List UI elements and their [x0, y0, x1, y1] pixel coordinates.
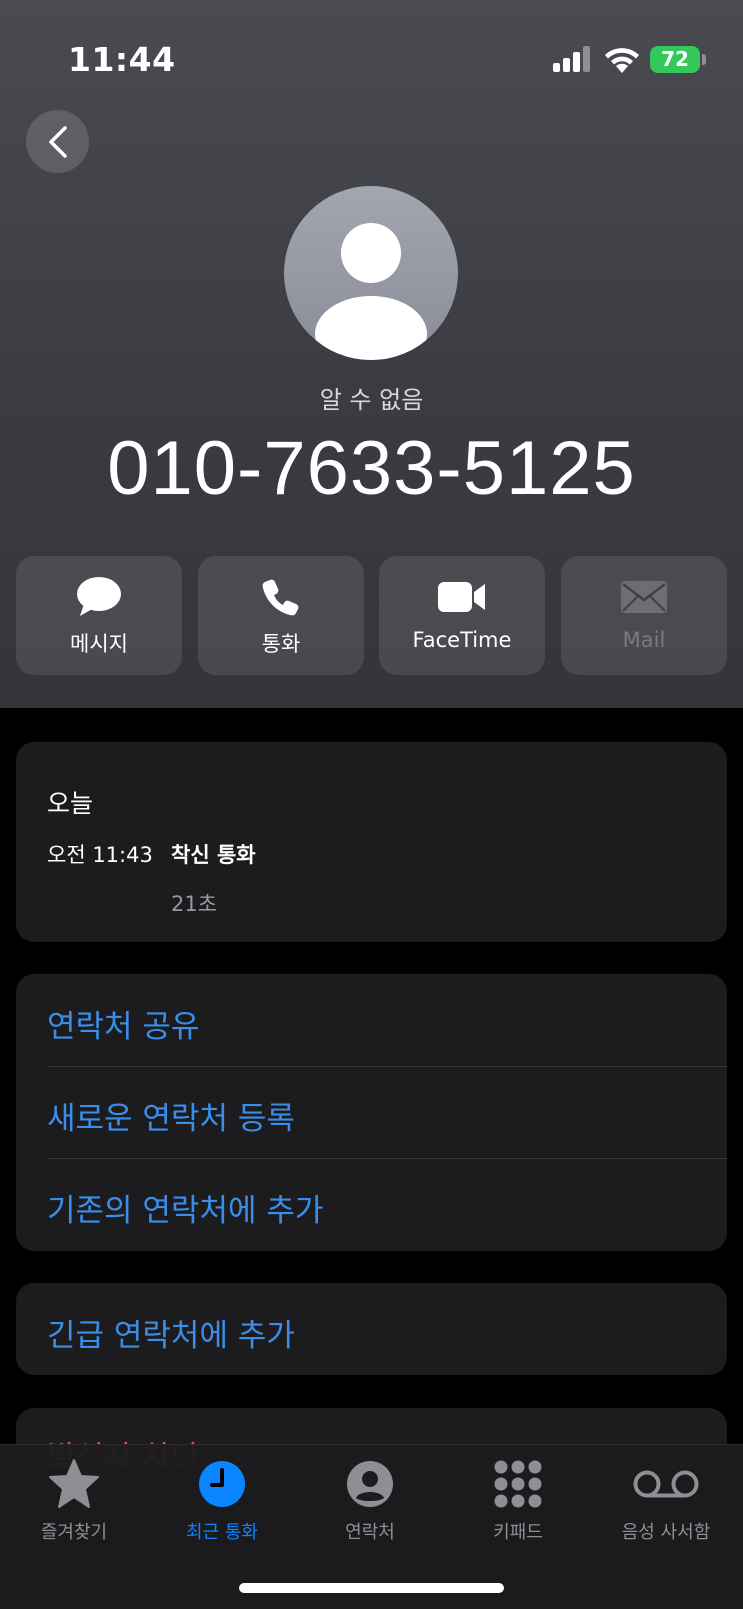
emergency-card: 긴급 연락처에 추가 [16, 1283, 727, 1375]
add-to-existing-contact-button[interactable]: 기존의 연락처에 추가 [47, 1185, 323, 1230]
tab-label: 음성 사서함 [621, 1522, 711, 1543]
tab-label: 최근 통화 [186, 1522, 258, 1543]
tab-label: 키패드 [493, 1522, 543, 1543]
divider [47, 1158, 727, 1159]
add-emergency-contact-button[interactable]: 긴급 연락처에 추가 [47, 1310, 295, 1355]
tab-label: 즐겨찾기 [40, 1522, 108, 1543]
wifi-icon [603, 44, 641, 74]
tab-contacts[interactable]: 연락처 [296, 1445, 444, 1565]
phone-number: 010-7633-5125 [107, 426, 636, 511]
divider [47, 1066, 727, 1067]
call-history-card: 오늘 오전 11:43 착신 통화 21초 [16, 742, 727, 942]
home-indicator[interactable] [239, 1583, 504, 1593]
cellular-signal-icon [553, 46, 593, 72]
tab-favorites[interactable]: 즐겨찾기 [0, 1445, 148, 1565]
contact-options-card: 연락처 공유 새로운 연락처 등록 기존의 연락처에 추가 [16, 974, 727, 1251]
chevron-left-icon [48, 125, 67, 158]
create-new-contact-button[interactable]: 새로운 연락처 등록 [47, 1093, 295, 1138]
battery-level: 72 [661, 47, 689, 71]
mail-icon [621, 581, 667, 613]
caller-label: 알 수 없음 [319, 386, 424, 414]
message-label: 메시지 [70, 632, 128, 656]
person-circle-icon [347, 1461, 393, 1507]
keypad-icon [494, 1460, 542, 1508]
tab-keypad[interactable]: 키패드 [444, 1445, 592, 1565]
avatar [284, 186, 458, 360]
call-label: 통화 [261, 632, 301, 656]
status-bar: 11:44 72 [0, 0, 743, 110]
person-silhouette-icon [315, 223, 427, 360]
back-button[interactable] [26, 110, 89, 173]
battery-icon: 72 [650, 46, 706, 73]
tab-recents[interactable]: 최근 통화 [148, 1445, 296, 1565]
contact-header: 11:44 72 알 수 없음 010-7633-5125 메시지 통화 Fac… [0, 0, 743, 708]
star-icon [49, 1459, 99, 1508]
call-button[interactable]: 통화 [198, 556, 364, 675]
voicemail-icon [633, 1470, 699, 1498]
clock-icon [199, 1461, 245, 1507]
tab-voicemail[interactable]: 음성 사서함 [592, 1445, 740, 1565]
tab-label: 연락처 [345, 1522, 395, 1543]
call-type: 착신 통화 [171, 843, 256, 867]
share-contact-button[interactable]: 연락처 공유 [47, 1001, 199, 1046]
call-time: 오전 11:43 [47, 843, 153, 867]
history-date-title: 오늘 [47, 789, 94, 818]
phone-icon [262, 579, 299, 616]
quick-actions: 메시지 통화 FaceTime Mail [16, 556, 727, 676]
call-duration: 21초 [171, 892, 218, 916]
mail-button[interactable]: Mail [561, 556, 727, 675]
message-icon [77, 577, 121, 616]
status-time: 11:44 [68, 40, 176, 79]
facetime-button[interactable]: FaceTime [379, 556, 545, 675]
mail-label: Mail [622, 628, 666, 652]
facetime-label: FaceTime [412, 628, 512, 652]
video-icon [438, 582, 485, 612]
message-button[interactable]: 메시지 [16, 556, 182, 675]
